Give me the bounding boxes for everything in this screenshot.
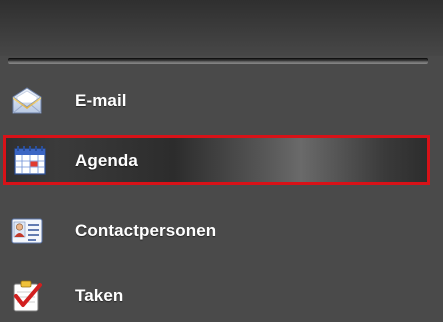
contact-card-icon [11, 215, 43, 247]
pane-splitter[interactable] [8, 58, 428, 64]
nav-item-label: Contactpersonen [75, 221, 217, 240]
nav-item-agenda[interactable]: Agenda [3, 135, 430, 185]
nav-item-label: Agenda [75, 151, 138, 170]
nav-item-email[interactable]: E-mail [0, 75, 443, 127]
nav-item-contacts[interactable]: Contactpersonen [0, 205, 443, 257]
navigation-pane: E-mail Agenda Contactpersonen Taken [0, 0, 443, 322]
nav-item-label: E-mail [75, 91, 127, 110]
nav-item-tasks[interactable]: Taken [0, 270, 443, 322]
calendar-icon [14, 145, 46, 177]
mail-envelope-icon [11, 85, 43, 117]
task-clipboard-icon [11, 280, 43, 312]
nav-item-label: Taken [75, 286, 124, 305]
pane-header-area [0, 0, 443, 56]
